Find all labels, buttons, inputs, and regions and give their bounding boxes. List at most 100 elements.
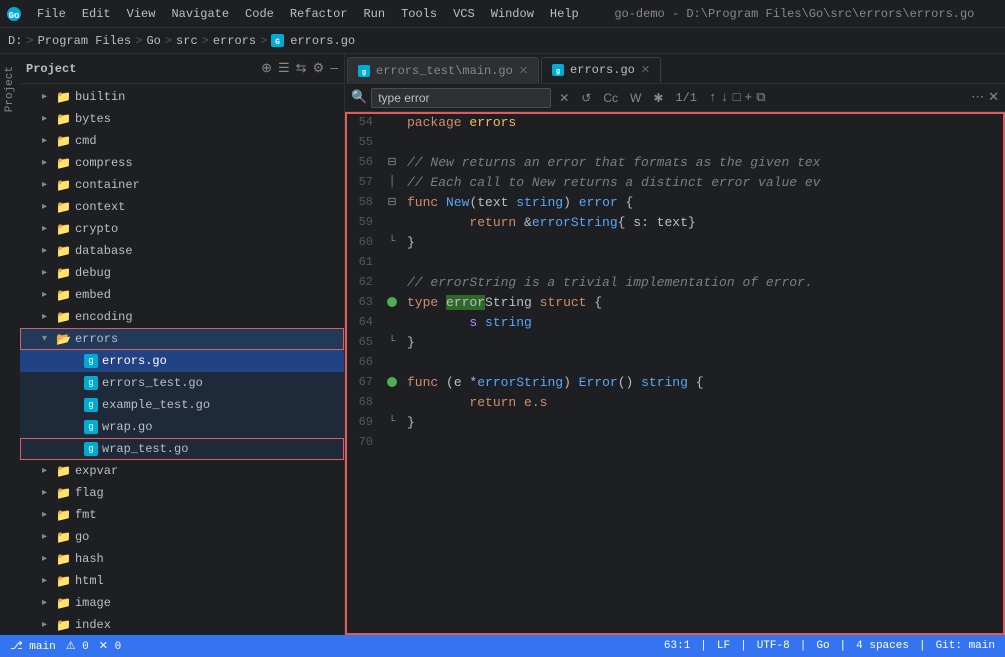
close-panel-icon[interactable]: —: [330, 61, 338, 76]
tab-close-errors-go[interactable]: ✕: [641, 63, 650, 77]
layout-icon[interactable]: ☰: [278, 61, 290, 76]
tab-close-errors-test[interactable]: ✕: [519, 64, 528, 78]
tree-item-errors[interactable]: 📂 errors: [20, 328, 344, 350]
menu-navigate[interactable]: Navigate: [164, 5, 236, 23]
tree-label-example-test: example_test.go: [102, 398, 210, 412]
status-separator2: |: [740, 640, 747, 652]
status-errors[interactable]: ✕ 0: [99, 639, 121, 653]
line-number-68: 68: [345, 395, 383, 409]
fold-arrow-57[interactable]: │: [389, 176, 396, 188]
tree-item-container[interactable]: 📁 container: [20, 174, 344, 196]
tree-label-bytes: bytes: [75, 112, 111, 126]
tree-item-index[interactable]: 📁 index: [20, 614, 344, 635]
find-split[interactable]: ⧉: [756, 90, 765, 105]
find-input[interactable]: [371, 88, 551, 108]
menu-code[interactable]: Code: [238, 5, 281, 23]
menu-window[interactable]: Window: [484, 5, 541, 23]
find-nav-up[interactable]: ↑: [709, 90, 717, 105]
settings-icon[interactable]: ⚙: [313, 61, 325, 76]
tree-item-go[interactable]: 📁 go: [20, 526, 344, 548]
fold-arrow-65[interactable]: └: [389, 336, 396, 348]
tree-item-context[interactable]: 📁 context: [20, 196, 344, 218]
find-more[interactable]: ⋯: [971, 90, 984, 105]
tab-errors-test[interactable]: g errors_test\main.go ✕: [347, 57, 539, 83]
tree-item-crypto[interactable]: 📁 crypto: [20, 218, 344, 240]
find-clear-button[interactable]: ✕: [555, 89, 573, 107]
gutter-69: └: [383, 416, 401, 428]
menu-file[interactable]: File: [30, 5, 73, 23]
find-case-button[interactable]: Cc: [599, 89, 622, 107]
menu-view[interactable]: View: [120, 5, 163, 23]
find-regex-button[interactable]: ↺: [577, 89, 595, 107]
menu-refactor[interactable]: Refactor: [283, 5, 355, 23]
tree-item-expvar[interactable]: 📁 expvar: [20, 460, 344, 482]
find-word-button[interactable]: W: [626, 89, 645, 107]
status-warnings[interactable]: ⚠ 0: [66, 639, 89, 653]
find-nav-down[interactable]: ↓: [721, 90, 729, 105]
breadcrumb-filename[interactable]: errors.go: [290, 34, 355, 48]
tab-errors-go[interactable]: g errors.go ✕: [541, 57, 661, 83]
breadcrumb-part-errors[interactable]: errors: [213, 34, 256, 48]
fold-arrow-60[interactable]: └: [389, 236, 396, 248]
breadcrumb-part-go[interactable]: Go: [146, 34, 160, 48]
status-lf[interactable]: LF: [717, 640, 730, 652]
tree-item-bytes[interactable]: 📁 bytes: [20, 108, 344, 130]
tree-label-index: index: [75, 618, 111, 632]
menu-edit[interactable]: Edit: [75, 5, 118, 23]
menu-help[interactable]: Help: [543, 5, 586, 23]
tree-item-example-test[interactable]: g example_test.go: [20, 394, 344, 416]
code-editor[interactable]: 54 package errors 55 56 ⊟ // New retu: [345, 112, 1005, 635]
tree-item-cmd[interactable]: 📁 cmd: [20, 130, 344, 152]
breadcrumb-part-src[interactable]: src: [176, 34, 198, 48]
gofile-icon-example-test: g: [84, 398, 98, 412]
tree-item-wrap-test[interactable]: g wrap_test.go: [20, 438, 344, 460]
tree-item-image[interactable]: 📁 image: [20, 592, 344, 614]
status-indent[interactable]: 4 spaces: [856, 640, 909, 652]
fold-arrow-69[interactable]: └: [389, 416, 396, 428]
tree-item-wrapgo[interactable]: g wrap.go: [20, 416, 344, 438]
menu-vcs[interactable]: VCS: [446, 5, 482, 23]
gofile-icon-errorsgo: g: [84, 354, 98, 368]
project-vtab-label[interactable]: Project: [2, 60, 18, 118]
tree-item-errors-test[interactable]: g errors_test.go: [20, 372, 344, 394]
line-number-63: 63: [345, 295, 383, 309]
fold-arrow-58[interactable]: ⊟: [387, 195, 396, 209]
find-close[interactable]: ✕: [988, 90, 999, 105]
tree-item-hash[interactable]: 📁 hash: [20, 548, 344, 570]
add-icon[interactable]: ⊕: [261, 61, 272, 76]
status-branch[interactable]: ⎇ main: [10, 639, 56, 653]
status-language[interactable]: Go: [816, 640, 829, 652]
tree-arrow-expvar: [42, 465, 56, 477]
menubar: Go File Edit View Navigate Code Refactor…: [0, 0, 1005, 28]
find-wildcard-button[interactable]: ✱: [649, 89, 667, 107]
find-add[interactable]: +: [744, 90, 752, 105]
tree-arrow-database: [42, 245, 56, 257]
tree-item-debug[interactable]: 📁 debug: [20, 262, 344, 284]
tree-label-expvar: expvar: [75, 464, 118, 478]
tree-item-encoding[interactable]: 📁 encoding: [20, 306, 344, 328]
status-position[interactable]: 63:1: [664, 640, 690, 652]
status-git[interactable]: Git: main: [936, 640, 995, 652]
collapse-icon[interactable]: ⇆: [296, 61, 307, 76]
tree-item-database[interactable]: 📁 database: [20, 240, 344, 262]
vertical-tab[interactable]: Project: [0, 54, 20, 635]
breadcrumb-part-d[interactable]: D:: [8, 34, 22, 48]
tree-arrow-image: [42, 597, 56, 609]
tree-item-html[interactable]: 📁 html: [20, 570, 344, 592]
menu-run[interactable]: Run: [356, 5, 392, 23]
tree-item-embed[interactable]: 📁 embed: [20, 284, 344, 306]
tree-item-builtin[interactable]: 📁 builtin: [20, 86, 344, 108]
tree-item-fmt[interactable]: 📁 fmt: [20, 504, 344, 526]
breadcrumb-part-programfiles[interactable]: Program Files: [38, 34, 132, 48]
tree-item-flag[interactable]: 📁 flag: [20, 482, 344, 504]
find-expand[interactable]: □: [733, 90, 741, 105]
tree-label-go: go: [75, 530, 89, 544]
svg-text:g: g: [556, 68, 560, 76]
status-encoding[interactable]: UTF-8: [757, 640, 790, 652]
gutter-67: [383, 377, 401, 387]
fold-arrow-56[interactable]: ⊟: [387, 155, 396, 169]
line-number-69: 69: [345, 415, 383, 429]
tree-item-compress[interactable]: 📁 compress: [20, 152, 344, 174]
menu-tools[interactable]: Tools: [394, 5, 444, 23]
tree-item-errorsgo[interactable]: g errors.go: [20, 350, 344, 372]
